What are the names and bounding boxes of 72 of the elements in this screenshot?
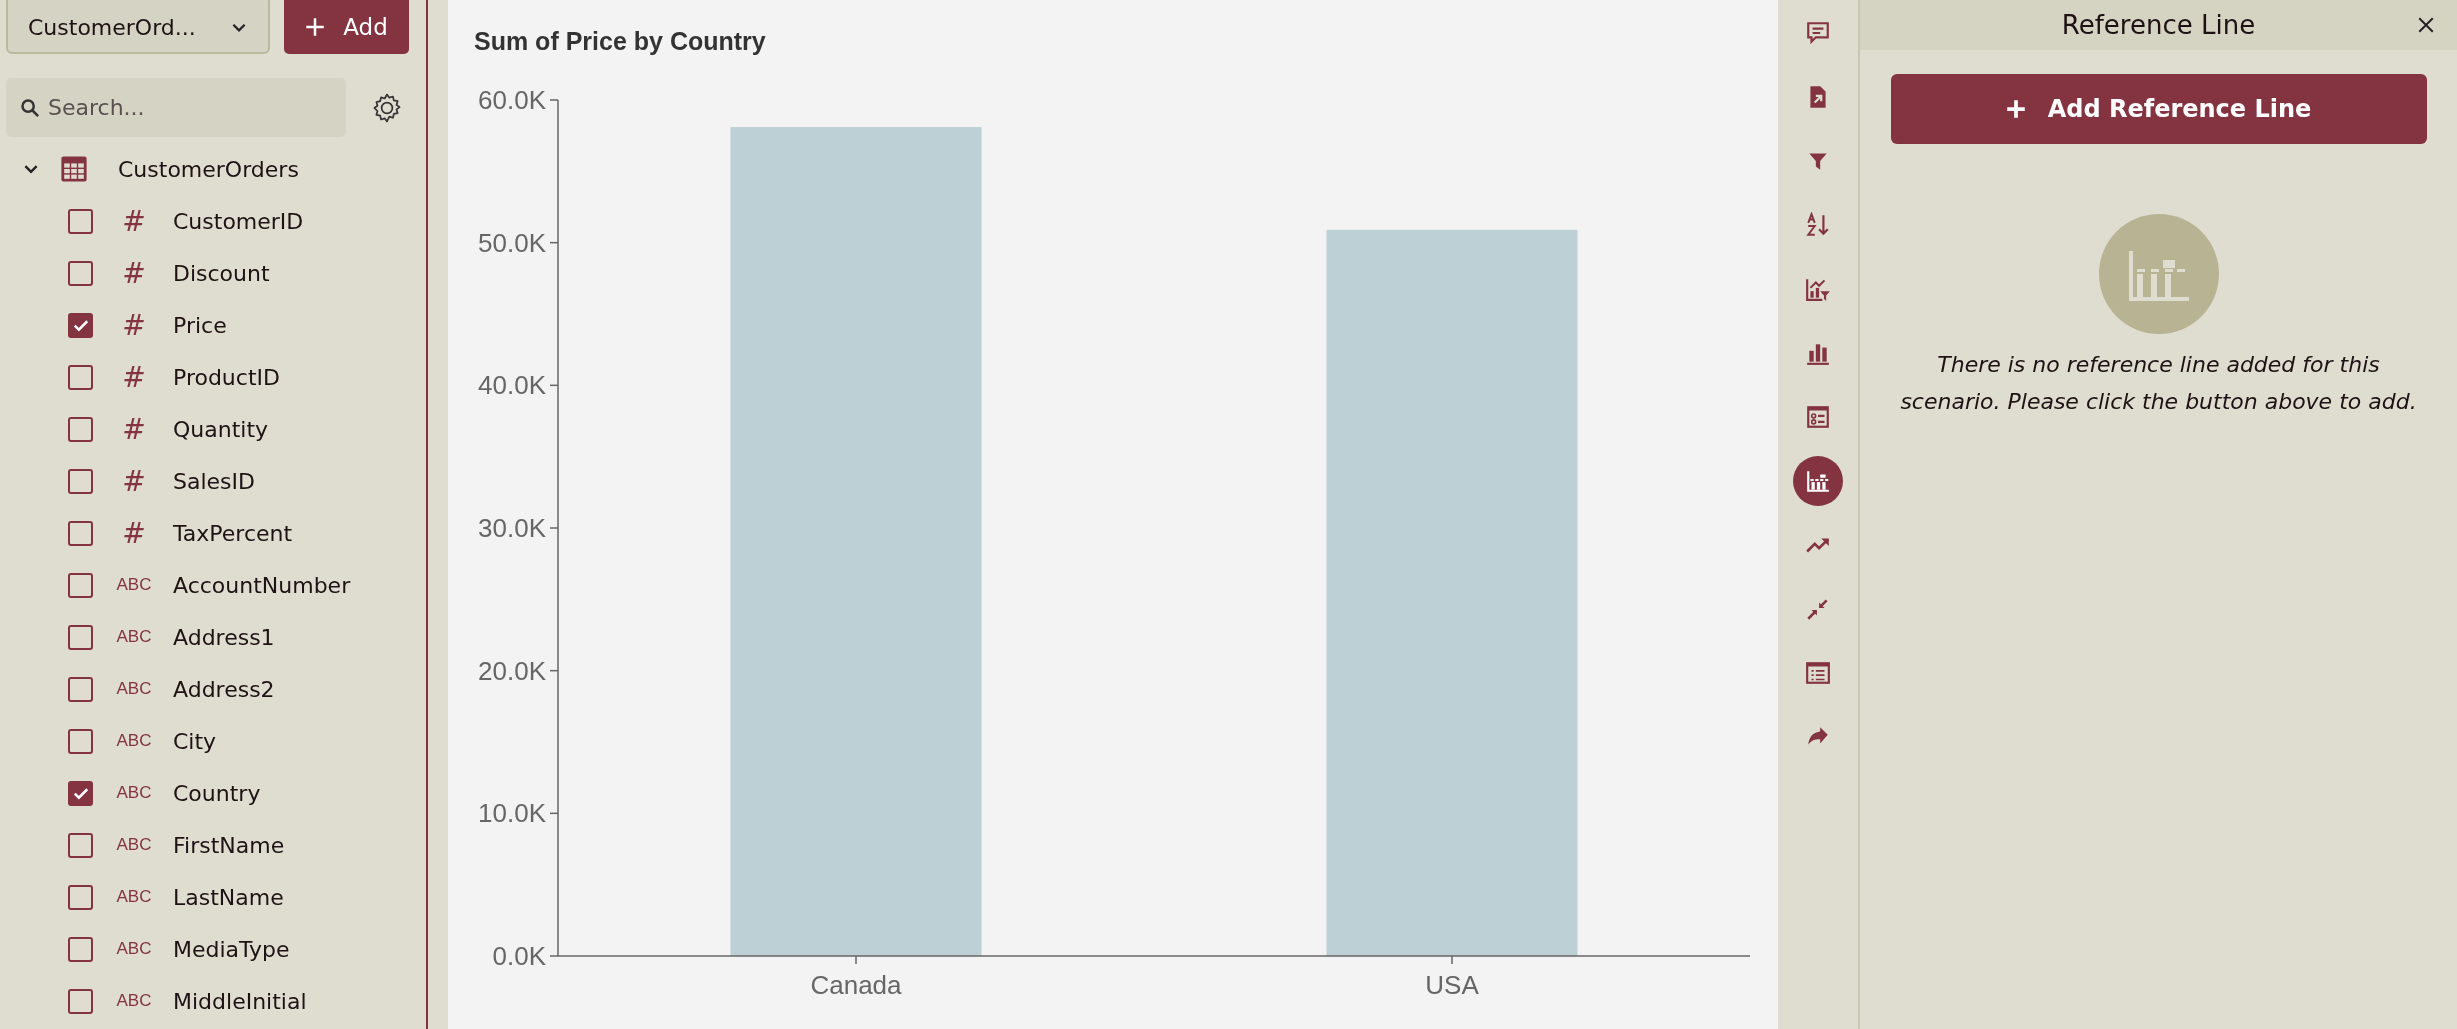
checkbox[interactable]: [68, 260, 93, 286]
checkbox[interactable]: [68, 624, 93, 650]
table-icon: [60, 155, 88, 183]
checkbox[interactable]: [68, 416, 93, 442]
reference-line-chart-icon[interactable]: [1793, 456, 1843, 506]
field-name[interactable]: Address1: [173, 624, 275, 650]
field-name[interactable]: CustomerID: [173, 208, 304, 234]
field-name[interactable]: City: [173, 728, 217, 754]
axis-category-label: Canada: [810, 970, 902, 1000]
table-name[interactable]: CustomerOrders: [118, 156, 299, 182]
panel-title: Reference Line: [2061, 10, 2256, 40]
checkbox[interactable]: [68, 988, 93, 1014]
text-type-label: ABC: [115, 939, 153, 959]
text-type-label: ABC: [115, 991, 153, 1011]
number-type-label: #: [121, 516, 147, 550]
checkbox[interactable]: [68, 312, 93, 338]
axis-tick-label: 40.0K: [478, 370, 546, 401]
empty-state-message: There is no reference line added for this scenario. Please click the button above to add.: [1899, 351, 2418, 416]
checkbox[interactable]: [68, 832, 93, 858]
axis-tick-label: 60.0K: [478, 85, 546, 115]
field-name[interactable]: FirstName: [173, 832, 285, 858]
checkbox[interactable]: [68, 364, 93, 390]
text-type-label: ABC: [115, 679, 153, 699]
axis-category-label: USA: [1425, 970, 1479, 1000]
search-icon: [20, 98, 40, 118]
field-name[interactable]: Address2: [173, 676, 275, 702]
checkbox[interactable]: [68, 520, 93, 546]
axis-tick-label: 50.0K: [478, 227, 546, 258]
text-type-label: ABC: [115, 835, 153, 855]
reference-line-chart-icon: [2098, 214, 2219, 334]
chart-title: Sum of Price by Country: [474, 27, 766, 55]
checkbox[interactable]: [68, 676, 93, 702]
text-type-label: ABC: [115, 783, 153, 803]
text-type-label: ABC: [115, 575, 153, 595]
text-type-label: ABC: [115, 731, 153, 751]
axis-tick-label: 0.0K: [492, 941, 546, 971]
field-name[interactable]: LastName: [173, 884, 284, 910]
field-name[interactable]: Price: [173, 312, 227, 338]
axis-tick-label: 30.0K: [478, 513, 546, 543]
field-name[interactable]: MediaType: [173, 936, 290, 962]
field-name[interactable]: AccountNumber: [173, 572, 351, 598]
text-type-label: ABC: [115, 627, 153, 647]
field-name[interactable]: SalesID: [173, 468, 255, 494]
source-dropdown[interactable]: CustomerOrd...: [6, 0, 270, 54]
checkbox[interactable]: [68, 884, 93, 910]
axis-tick-label: 20.0K: [478, 655, 546, 686]
field-name[interactable]: TaxPercent: [173, 520, 293, 546]
close-icon[interactable]: [2417, 16, 2435, 34]
checkbox[interactable]: [68, 936, 93, 962]
number-type-label: #: [121, 204, 147, 238]
field-name[interactable]: Discount: [173, 260, 270, 286]
add-button[interactable]: Add: [284, 0, 409, 54]
text-type-label: ABC: [115, 887, 153, 907]
field-name[interactable]: ProductID: [173, 364, 280, 390]
field-name[interactable]: Quantity: [173, 416, 269, 442]
field-name[interactable]: Country: [173, 780, 261, 806]
checkbox[interactable]: [68, 780, 93, 806]
checkbox[interactable]: [68, 728, 93, 754]
checkbox[interactable]: [68, 572, 93, 598]
search-field[interactable]: Search...: [6, 78, 346, 137]
plus-icon: [2005, 99, 2026, 119]
field-name[interactable]: MiddleInitial: [173, 988, 307, 1014]
number-type-label: #: [121, 412, 147, 446]
number-type-label: #: [121, 256, 147, 290]
axis-tick-label: 10.0K: [478, 798, 546, 829]
checkbox[interactable]: [68, 208, 93, 234]
plus-icon: [305, 16, 326, 37]
checkbox[interactable]: [68, 468, 93, 494]
add-reference-line-button[interactable]: Add Reference Line: [1890, 74, 2427, 144]
number-type-label: #: [121, 360, 147, 394]
number-type-label: #: [121, 464, 147, 498]
number-type-label: #: [121, 308, 147, 342]
